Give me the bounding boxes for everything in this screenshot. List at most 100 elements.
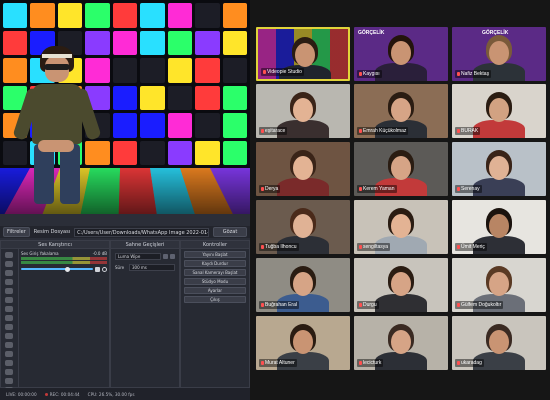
muted-mic-icon: [261, 303, 264, 307]
start-streaming-button[interactable]: Yayını Başlat: [184, 251, 246, 258]
video-gallery: Videopie Studio GÖRÇELİK Kaygısı GÖRÇELİK Na…: [250, 0, 550, 400]
muted-mic-icon: [359, 187, 362, 191]
muted-mic-icon: [457, 72, 460, 76]
muted-mic-icon: [261, 187, 264, 191]
lock-icon[interactable]: [5, 324, 13, 330]
cpu-status: CPU: 26.5%, 30.00 fps: [87, 391, 135, 397]
source-properties-bar: Filtreler Resim Dosyası C:/Users/User/Do…: [0, 226, 250, 238]
muted-mic-icon: [359, 361, 362, 365]
participant-tile[interactable]: Murat Altuner: [256, 316, 350, 370]
participant-tile[interactable]: Videopie Studio: [256, 27, 350, 81]
muted-mic-icon: [457, 361, 460, 365]
studio-mode-button[interactable]: Stüdyo Modu: [184, 278, 246, 285]
lock-icon[interactable]: [5, 351, 13, 357]
audio-mixer-dock: Ses Karıştırıcı Ses Giriş Yakalama -0.0 …: [0, 240, 110, 393]
settings-button[interactable]: Ayarlar: [184, 287, 246, 294]
muted-mic-icon: [261, 245, 264, 249]
participant-name: Gülfem Doğukoltır: [455, 301, 504, 309]
participant-name: ukaradag: [455, 359, 484, 367]
lock-icon[interactable]: [5, 270, 13, 276]
lock-icon[interactable]: [5, 369, 13, 375]
participant-tile[interactable]: Derya: [256, 142, 350, 196]
participant-tile[interactable]: Serenay: [452, 142, 546, 196]
scene-list-strip: [1, 249, 19, 393]
participant-face: [391, 330, 411, 354]
participant-name: Emrah Küçükolmaz: [357, 127, 409, 135]
gear-icon[interactable]: [102, 266, 107, 272]
participant-name: BURAK: [455, 127, 481, 135]
fader-knob[interactable]: [65, 267, 70, 272]
participant-tile[interactable]: GÖRÇELİK Kaygısı: [354, 27, 448, 81]
lock-icon[interactable]: [5, 360, 13, 366]
participant-tile[interactable]: sengiltasya: [354, 200, 448, 254]
lock-icon[interactable]: [5, 261, 13, 267]
browse-button[interactable]: Gözat: [213, 227, 247, 237]
gear-icon[interactable]: [170, 253, 175, 259]
participant-name: Videopie Studio: [261, 68, 304, 76]
lock-icon[interactable]: [5, 297, 13, 303]
participant-name: Kerem Yaman: [357, 185, 397, 193]
participant-name: Durgu: [357, 301, 379, 309]
image-path-field[interactable]: C:/Users/User/Downloads/WhatsApp Image 2…: [74, 227, 209, 237]
participant-tile[interactable]: Emrah Küçükolmaz: [354, 84, 448, 138]
start-virtual-camera-button[interactable]: Sanal Kamerayı Başlat: [184, 269, 246, 276]
stop-recording-button[interactable]: Kaydı Durdur: [184, 260, 246, 267]
muted-mic-icon: [457, 303, 460, 307]
participant-tile[interactable]: Buğrahan Eral: [256, 258, 350, 312]
muted-mic-icon: [261, 361, 264, 365]
participant-face: [489, 156, 509, 180]
lock-icon[interactable]: [5, 333, 13, 339]
volume-fader[interactable]: [21, 266, 107, 272]
lock-icon[interactable]: [5, 306, 13, 312]
participant-face: [391, 98, 411, 122]
participant-tile[interactable]: Gülfem Doğukoltır: [452, 258, 546, 312]
transition-duration-row: Süre 300 ms: [115, 263, 175, 271]
mixer-track: Ses Giriş Yakalama -0.0 dB: [21, 251, 107, 272]
controls-title: Kontroller: [181, 241, 249, 249]
participant-tile[interactable]: Ümit Meriç: [452, 200, 546, 254]
participant-face: [391, 41, 411, 65]
filters-button[interactable]: Filtreler: [3, 227, 30, 237]
scene-transitions-dock: Sahne Geçişleri Luma Wipe Süre 300 ms: [110, 240, 180, 388]
participant-name: sengiltasya: [357, 243, 391, 251]
participant-face: [489, 272, 509, 296]
logo-badge: GÖRÇELİK: [358, 30, 385, 36]
muted-mic-icon: [263, 70, 266, 74]
participant-tile[interactable]: lecicturk: [354, 316, 448, 370]
participant-name: lecicturk: [357, 359, 384, 367]
participant-face: [293, 330, 313, 354]
lock-icon[interactable]: [5, 252, 13, 258]
participant-face: [489, 330, 509, 354]
status-bar: LIVE: 00:00:00 REC: 00:04:44 CPU: 26.5%,…: [0, 388, 250, 400]
participant-face: [489, 98, 509, 122]
muted-mic-icon: [359, 72, 362, 76]
participant-tile[interactable]: GÖRÇELİK Nafiz Bektaş: [452, 27, 546, 81]
transition-type-select[interactable]: Luma Wipe: [115, 252, 161, 260]
lock-icon[interactable]: [5, 315, 13, 321]
participant-tile[interactable]: Kerem Yaman: [354, 142, 448, 196]
participant-tile[interactable]: BURAK: [452, 84, 546, 138]
participant-tile[interactable]: ukaradag: [452, 316, 546, 370]
lock-icon[interactable]: [5, 288, 13, 294]
participant-name: eşitarace: [259, 127, 288, 135]
mixer-track-label: Ses Giriş Yakalama: [21, 251, 59, 256]
muted-mic-icon: [457, 245, 460, 249]
exit-button[interactable]: Çıkış: [184, 296, 246, 303]
dancer-figure: [12, 44, 102, 209]
duration-label: Süre: [115, 264, 125, 270]
lock-icon[interactable]: [5, 279, 13, 285]
lock-icon[interactable]: [5, 342, 13, 348]
participant-tile[interactable]: Tuğba Ilhoncu: [256, 200, 350, 254]
participant-name: Ümit Meriç: [455, 243, 487, 251]
lock-icon[interactable]: [5, 378, 13, 384]
plus-icon[interactable]: [163, 253, 168, 259]
participant-tile[interactable]: eşitarace: [256, 84, 350, 138]
image-file-label: Resim Dosyası: [33, 229, 71, 235]
muted-mic-icon: [359, 245, 362, 249]
participant-tile[interactable]: Durgu: [354, 258, 448, 312]
speaker-icon[interactable]: [95, 266, 100, 272]
duration-input[interactable]: 300 ms: [129, 263, 175, 271]
participant-name: Tuğba Ilhoncu: [259, 243, 299, 251]
obs-window: Filtreler Resim Dosyası C:/Users/User/Do…: [0, 0, 250, 400]
obs-preview-canvas[interactable]: [0, 0, 250, 214]
